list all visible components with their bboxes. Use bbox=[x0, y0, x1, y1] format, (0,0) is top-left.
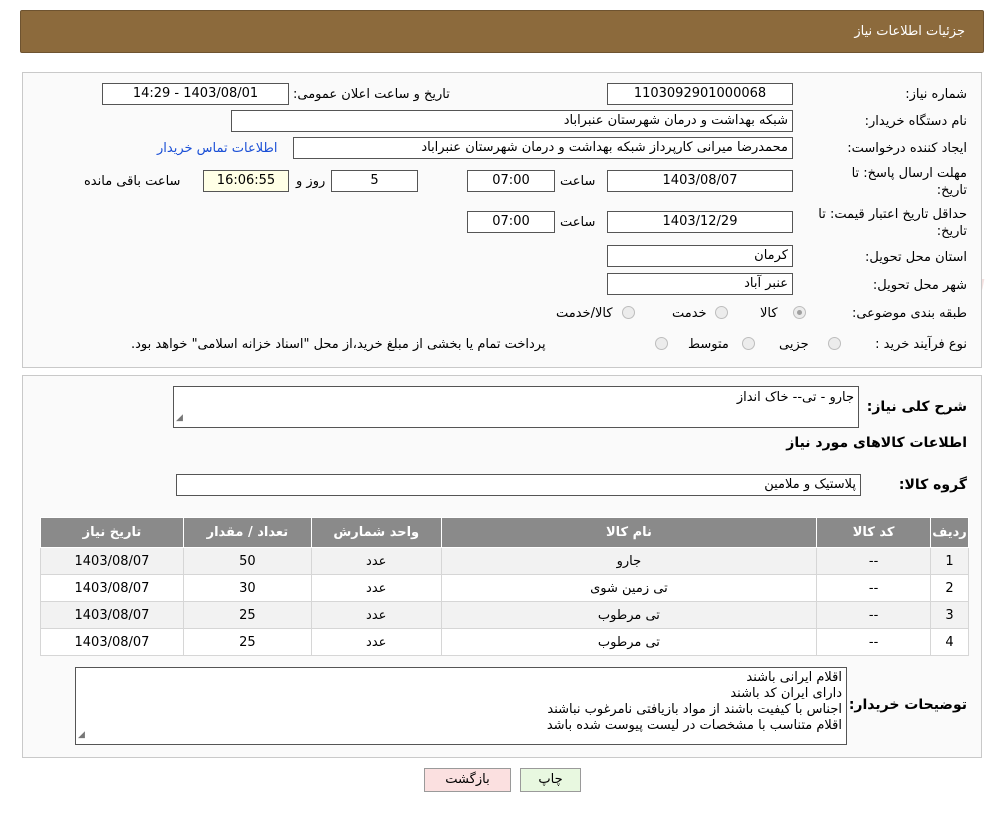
cell-need-date: 1403/08/07 bbox=[40, 601, 184, 629]
table-header-row: ردیف کد کالا نام کالا واحد شمارش تعداد /… bbox=[40, 517, 969, 548]
reply-deadline-time-label: ساعت bbox=[560, 174, 596, 189]
cell-need-date: 1403/08/07 bbox=[40, 574, 184, 602]
price-validity-date: 1403/12/29 bbox=[607, 211, 793, 233]
remaining-time-label: ساعت باقی مانده bbox=[84, 174, 181, 189]
remaining-days: 5 bbox=[331, 170, 418, 192]
print-button[interactable]: چاپ bbox=[520, 768, 581, 792]
goods-group-label: گروه کالا: bbox=[898, 477, 967, 493]
need-desc-field: جارو - تی-- خاک انداز ◢ bbox=[173, 386, 859, 428]
buyer-notes-label: توضیحات خریدار: bbox=[848, 697, 967, 713]
treasury-note: پرداخت تمام یا بخشی از مبلغ خرید،از محل … bbox=[131, 337, 546, 352]
cell-quantity: 50 bbox=[182, 547, 312, 575]
back-button[interactable]: بازگشت bbox=[424, 768, 511, 792]
cell-code: -- bbox=[816, 628, 932, 656]
need-number-label: شماره نیاز: bbox=[905, 87, 967, 102]
goods-table: ردیف کد کالا نام کالا واحد شمارش تعداد /… bbox=[40, 517, 969, 656]
need-number-field: 1103092901000068 bbox=[607, 83, 793, 105]
cell-row-number: 4 bbox=[930, 628, 969, 656]
category-option-goods-service: کالا/خدمت bbox=[556, 306, 613, 321]
city-label: شهر محل تحویل: bbox=[872, 278, 967, 293]
cell-unit: عدد bbox=[310, 601, 442, 629]
price-validity-label: حداقل تاریخ اعتبار قیمت: تا bbox=[818, 207, 967, 222]
buyer-note-line: اقلام ایرانی باشند bbox=[746, 670, 842, 685]
buyer-org-field: شبکه بهداشت و درمان شهرستان عنبراباد bbox=[231, 110, 793, 132]
col-header-unit: واحد شمارش bbox=[310, 517, 442, 548]
cell-unit: عدد bbox=[310, 547, 442, 575]
reply-deadline-label: مهلت ارسال پاسخ: تا bbox=[851, 166, 967, 181]
process-option-medium: متوسط bbox=[688, 337, 729, 352]
cell-name: تی مرطوب bbox=[440, 601, 818, 629]
cell-row-number: 1 bbox=[930, 547, 969, 575]
treasury-checkbox[interactable] bbox=[655, 337, 668, 350]
buyer-notes-field: اقلام ایرانی باشند دارای ایران کد باشند … bbox=[75, 667, 847, 745]
cell-row-number: 2 bbox=[930, 574, 969, 602]
buyer-org-label: نام دستگاه خریدار: bbox=[864, 114, 967, 129]
price-validity-time: 07:00 bbox=[467, 211, 555, 233]
process-radio-medium[interactable] bbox=[742, 337, 755, 350]
province-label: استان محل تحویل: bbox=[865, 250, 967, 265]
category-option-service: خدمت bbox=[672, 306, 707, 321]
requester-field: محمدرضا میرانی کارپرداز شبکه بهداشت و در… bbox=[293, 137, 793, 159]
col-header-quantity: تعداد / مقدار bbox=[182, 517, 312, 548]
resize-grip-icon[interactable]: ◢ bbox=[78, 727, 85, 743]
process-option-minor: جزیی bbox=[779, 337, 809, 352]
cell-name: تی زمین شوی bbox=[440, 574, 818, 602]
buyer-contact-link[interactable]: اطلاعات تماس خریدار bbox=[157, 141, 277, 156]
price-validity-time-label: ساعت bbox=[560, 215, 596, 230]
cell-quantity: 25 bbox=[182, 628, 312, 656]
table-row: 2 -- تی زمین شوی عدد 30 1403/08/07 bbox=[40, 574, 969, 602]
province-field: کرمان bbox=[607, 245, 793, 267]
need-desc-label: شرح کلی نیاز: bbox=[866, 399, 967, 415]
col-header-name: نام کالا bbox=[440, 517, 818, 548]
days-label: روز و bbox=[296, 174, 326, 189]
reply-deadline-time: 07:00 bbox=[467, 170, 555, 192]
col-header-row-number: ردیف bbox=[930, 517, 969, 548]
city-field: عنبر آباد bbox=[607, 273, 793, 295]
category-label: طبقه بندی موضوعی: bbox=[851, 306, 967, 321]
price-validity-label-2: تاریخ: bbox=[936, 224, 967, 239]
announce-datetime-label: تاریخ و ساعت اعلان عمومی: bbox=[293, 87, 450, 102]
remaining-time: 16:06:55 bbox=[203, 170, 289, 192]
category-radio-service[interactable] bbox=[715, 306, 728, 319]
cell-code: -- bbox=[816, 547, 932, 575]
table-row: 4 -- تی مرطوب عدد 25 1403/08/07 bbox=[40, 628, 969, 656]
cell-name: جارو bbox=[440, 547, 818, 575]
cell-quantity: 25 bbox=[182, 601, 312, 629]
cell-code: -- bbox=[816, 601, 932, 629]
cell-need-date: 1403/08/07 bbox=[40, 547, 184, 575]
cell-unit: عدد bbox=[310, 574, 442, 602]
buyer-note-line: اقلام متناسب با مشخصات در لیست پیوست شده… bbox=[546, 718, 842, 733]
buyer-note-line: اجناس با کیفیت باشند از مواد بازیافتی نا… bbox=[547, 702, 842, 717]
category-radio-goods[interactable] bbox=[793, 306, 806, 319]
process-radio-minor[interactable] bbox=[828, 337, 841, 350]
requester-label: ایجاد کننده درخواست: bbox=[847, 141, 967, 156]
cell-quantity: 30 bbox=[182, 574, 312, 602]
page-header: جزئیات اطلاعات نیاز bbox=[20, 10, 984, 53]
cell-unit: عدد bbox=[310, 628, 442, 656]
category-option-goods: کالا bbox=[760, 306, 778, 321]
cell-row-number: 3 bbox=[930, 601, 969, 629]
table-row: 1 -- جارو عدد 50 1403/08/07 bbox=[40, 547, 969, 575]
buyer-note-line: دارای ایران کد باشند bbox=[730, 686, 842, 701]
need-desc-text: جارو - تی-- خاک انداز bbox=[736, 390, 854, 405]
reply-deadline-label-2: تاریخ: bbox=[936, 183, 967, 198]
col-header-code: کد کالا bbox=[816, 517, 932, 548]
category-radio-goods-service[interactable] bbox=[622, 306, 635, 319]
cell-code: -- bbox=[816, 574, 932, 602]
col-header-need-date: تاریخ نیاز bbox=[40, 517, 184, 548]
purchase-process-label: نوع فرآیند خرید : bbox=[875, 337, 967, 352]
cell-need-date: 1403/08/07 bbox=[40, 628, 184, 656]
goods-section-title: اطلاعات کالاهای مورد نیاز bbox=[786, 435, 967, 451]
cell-name: تی مرطوب bbox=[440, 628, 818, 656]
resize-grip-icon[interactable]: ◢ bbox=[176, 410, 183, 426]
reply-deadline-date: 1403/08/07 bbox=[607, 170, 793, 192]
page-title: جزئیات اطلاعات نیاز bbox=[854, 24, 965, 39]
table-row: 3 -- تی مرطوب عدد 25 1403/08/07 bbox=[40, 601, 969, 629]
goods-group-field: پلاستیک و ملامین bbox=[176, 474, 861, 496]
announce-datetime-field: 1403/08/01 - 14:29 bbox=[102, 83, 289, 105]
